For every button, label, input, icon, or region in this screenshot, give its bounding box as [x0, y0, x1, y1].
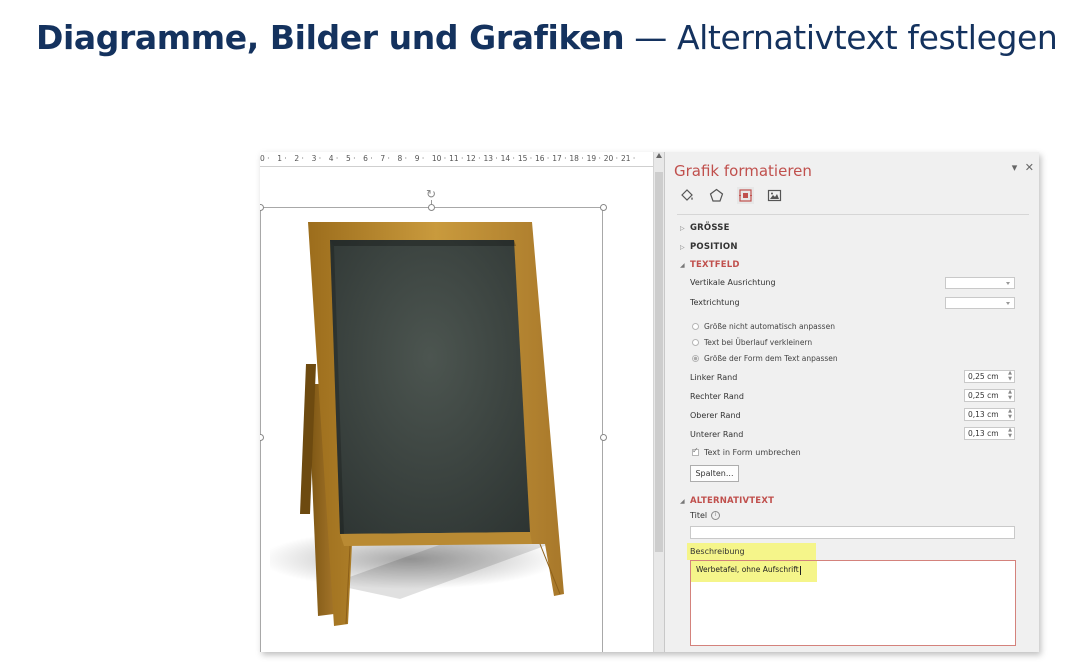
rotate-handle-icon[interactable]: ↻ — [426, 188, 436, 200]
ruler-tick-label: 13 · — [483, 154, 498, 163]
ruler-tick-label: 9 · — [414, 154, 425, 163]
ruler-tick-label: 5 · — [345, 154, 356, 163]
ruler-tick-label: 20 · — [603, 154, 619, 163]
alt-text-description-input[interactable]: Werbetafel, ohne Aufschrift — [690, 560, 1016, 646]
spalten-button[interactable]: Spalten... — [690, 465, 739, 482]
scroll-up-icon[interactable] — [656, 153, 662, 158]
info-icon[interactable]: i — [711, 511, 721, 520]
section-alternativtext[interactable]: ◢ ALTERNATIVTEXT — [680, 496, 774, 506]
linker-rand-spinner[interactable]: 0,25 cm ▲ ▼ — [964, 370, 1015, 383]
ruler-tick-label: 10 · — [431, 154, 447, 163]
radio-selected-icon — [692, 355, 699, 362]
ruler-tick-label: 3 · — [311, 154, 322, 163]
section-textfeld[interactable]: ◢ TEXTFELD — [680, 260, 740, 270]
pane-options-icon[interactable]: ▾ — [1012, 161, 1018, 174]
expanded-icon: ◢ — [680, 262, 685, 269]
wrap-text-checkbox[interactable]: Text in Form umbrechen — [692, 446, 801, 457]
expanded-icon: ◢ — [680, 498, 685, 505]
format-picture-pane: Grafik formatieren ▾ ✕ ▷ GRÖSSE ▷ POSITI… — [664, 152, 1039, 652]
ruler-tick-label: 0 · — [260, 154, 270, 163]
ruler-tick-label: 12 · — [466, 154, 481, 163]
resize-handle-right[interactable] — [600, 434, 607, 441]
chalkboard-image[interactable] — [270, 214, 570, 634]
oberer-rand-label: Oberer Rand — [690, 411, 741, 420]
ruler-tick-label: 11 · — [449, 154, 464, 163]
rechter-rand-spinner[interactable]: 0,25 cm ▲ ▼ — [964, 389, 1015, 402]
rechter-rand-label: Rechter Rand — [690, 392, 744, 401]
ruler-tick-label: 21 · — [620, 154, 636, 163]
titel-label: Titel i — [690, 511, 721, 520]
vertikale-ausrichtung-dropdown[interactable] — [945, 277, 1015, 289]
description-text: Werbetafel, ohne Aufschrift — [696, 565, 801, 575]
alt-text-title-input[interactable] — [690, 526, 1015, 539]
ruler-tick-label: 16 · — [535, 154, 550, 163]
resize-handle-top-right[interactable] — [600, 204, 607, 211]
ruler-tick-label: 17 · — [552, 154, 567, 163]
unterer-rand-spinner[interactable]: 0,13 cm ▲ ▼ — [964, 427, 1015, 440]
scroll-thumb[interactable] — [655, 172, 663, 552]
slide-heading: Diagramme, Bilder und Grafiken — Alterna… — [36, 18, 1058, 57]
pane-controls: ▾ ✕ — [1008, 161, 1034, 174]
spinner-arrows-icon[interactable]: ▲ ▼ — [1008, 408, 1012, 420]
size-properties-icon[interactable] — [737, 187, 754, 204]
resize-handle-top[interactable] — [428, 204, 435, 211]
picture-icon[interactable] — [766, 187, 783, 204]
radio-no-autofit[interactable]: Größe nicht automatisch anpassen — [692, 322, 835, 331]
checkbox-icon — [692, 446, 699, 456]
spinner-arrows-icon[interactable]: ▲ ▼ — [1008, 389, 1012, 401]
vertikale-ausrichtung-label: Vertikale Ausrichtung — [690, 278, 776, 287]
ruler-tick-label: 19 · — [586, 154, 601, 163]
effects-icon[interactable] — [708, 187, 725, 204]
beschreibung-label: Beschreibung — [690, 547, 745, 556]
pane-tabs — [679, 187, 783, 204]
horizontal-ruler: 0 · 1 · 2 · 3 · 4 · 5 · 6 · 7 · 8 · 9 · 10 · 11 · 12… — [260, 152, 653, 167]
oberer-rand-spinner[interactable]: 0,13 cm ▲ ▼ — [964, 408, 1015, 421]
slide-editor: 0 · 1 · 2 · 3 · 4 · 5 · 6 · 7 · 8 · 9 · 10 · 11 · 12… — [260, 152, 665, 652]
ruler-tick-label: 8 · — [397, 154, 408, 163]
close-icon[interactable]: ✕ — [1025, 161, 1034, 174]
linker-rand-label: Linker Rand — [690, 373, 738, 382]
section-groesse[interactable]: ▷ GRÖSSE — [680, 223, 730, 233]
radio-resize-shape[interactable]: Größe der Form dem Text anpassen — [692, 354, 838, 363]
text-caret — [799, 565, 801, 575]
ruler-tick-label: 14 · — [500, 154, 515, 163]
pane-title: Grafik formatieren — [674, 162, 812, 180]
heading-subtitle: — Alternativtext festlegen — [634, 18, 1058, 57]
tabs-separator — [677, 214, 1029, 215]
ruler-tick-label: 15 · — [517, 154, 533, 163]
ruler-tick-label: 1 · — [277, 154, 287, 163]
spinner-arrows-icon[interactable]: ▲ ▼ — [1008, 427, 1012, 439]
powerpoint-screenshot: 0 · 1 · 2 · 3 · 4 · 5 · 6 · 7 · 8 · 9 · 10 · 11 · 12… — [260, 152, 1039, 652]
unterer-rand-label: Unterer Rand — [690, 430, 744, 439]
ruler-tick-label: 18 · — [569, 154, 584, 163]
section-position[interactable]: ▷ POSITION — [680, 242, 738, 252]
heading-bold: Diagramme, Bilder und Grafiken — [36, 18, 625, 57]
fill-line-icon[interactable] — [679, 187, 696, 204]
ruler-tick-label: 2 · — [294, 154, 304, 163]
radio-icon — [692, 323, 699, 330]
collapsed-icon: ▷ — [680, 225, 685, 232]
textrichtung-label: Textrichtung — [690, 298, 740, 307]
radio-shrink-text[interactable]: Text bei Überlauf verkleinern — [692, 338, 812, 347]
ruler-tick-label: 4 · — [328, 154, 339, 163]
radio-icon — [692, 339, 699, 346]
ruler-tick-label: 6 · — [363, 154, 373, 163]
ruler-tick-label: 7 · — [380, 154, 390, 163]
spinner-arrows-icon[interactable]: ▲ ▼ — [1008, 370, 1012, 382]
textrichtung-dropdown[interactable] — [945, 297, 1015, 309]
collapsed-icon: ▷ — [680, 244, 685, 251]
